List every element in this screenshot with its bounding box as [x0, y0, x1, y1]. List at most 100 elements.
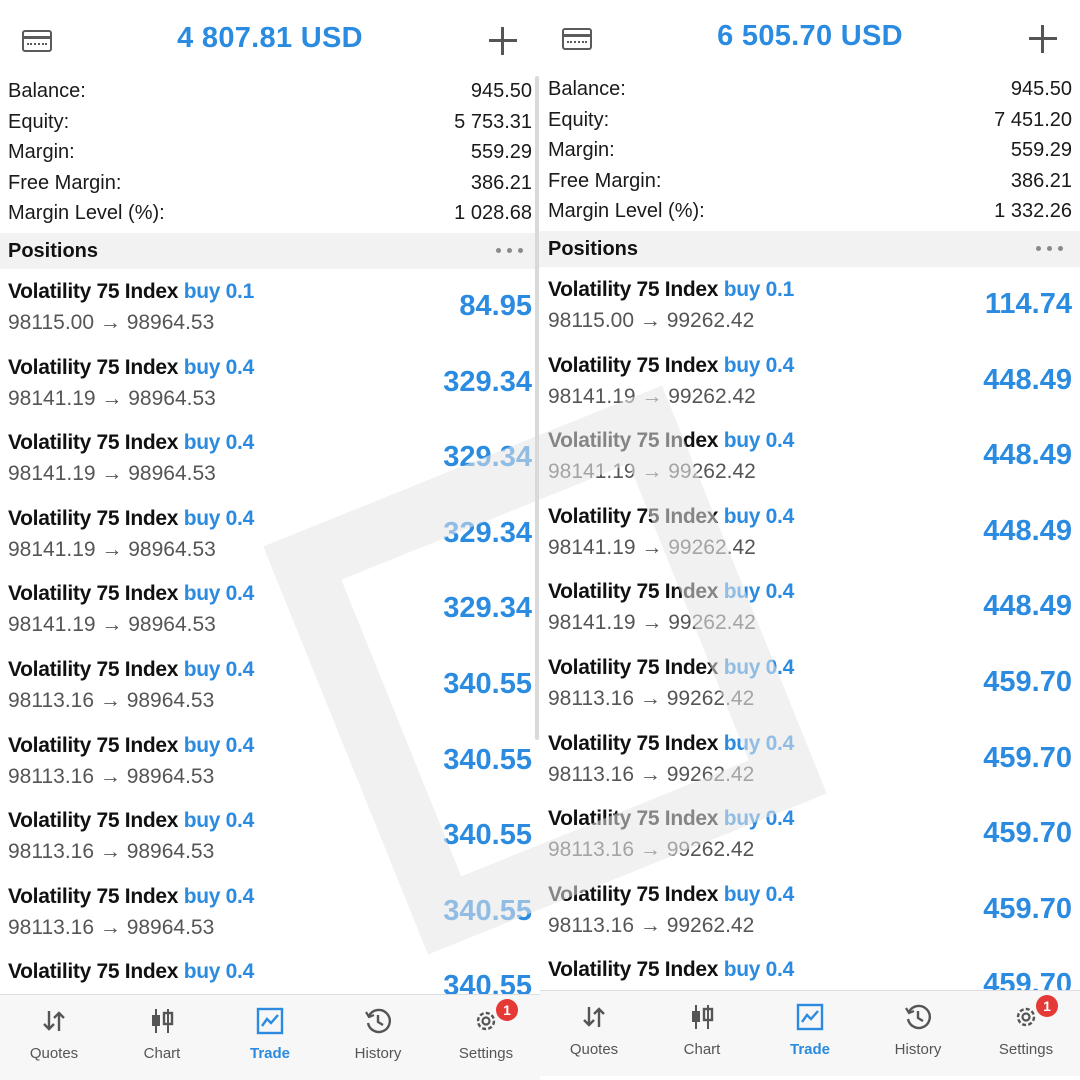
account-summary: Balance: 945.50 Equity: 7 451.20 Margin: 55…: [540, 74, 1080, 227]
summary-value: 7 451.20: [994, 108, 1072, 131]
position-row[interactable]: Volatility 75 Index buy 0.4 98113.16 → 98…: [0, 724, 540, 800]
position-row[interactable]: Volatility 75 Index buy 0.4 98141.19 → 99…: [540, 419, 1080, 495]
tab-chart[interactable]: Chart: [648, 991, 756, 1077]
summary-row-margin-level: Margin Level (%): 1 332.26: [540, 196, 1080, 227]
position-side: buy 0.4: [183, 733, 255, 757]
tab-chart[interactable]: Chart: [108, 995, 216, 1080]
position-symbol: Volatility 75 Index: [8, 355, 179, 379]
account-equity-title: 6 505.70 USD: [717, 20, 903, 52]
position-prices: 98141.19 → 99262.42: [548, 611, 756, 635]
new-order-plus-icon[interactable]: [1029, 25, 1057, 53]
summary-row-equity: Equity: 7 451.20: [540, 105, 1080, 136]
positions-title: Positions: [548, 238, 639, 260]
positions-list[interactable]: Volatility 75 Index buy 0.1 98115.00 → 98…: [0, 270, 540, 1026]
position-row[interactable]: Volatility 75 Index buy 0.1 98115.00 → 99…: [540, 268, 1080, 344]
summary-value: 559.29: [470, 141, 532, 163]
position-row[interactable]: Volatility 75 Index buy 0.4 98113.16 → 99…: [540, 873, 1080, 949]
position-profit: 84.95: [459, 290, 532, 322]
position-prices: 98141.19 → 99262.42: [548, 460, 756, 484]
bottom-tab-bar: Quotes Chart Trade History 1 Settings: [0, 994, 540, 1080]
more-options-icon[interactable]: [1036, 246, 1064, 252]
position-row[interactable]: Volatility 75 Index buy 0.4 98141.19 → 98…: [0, 572, 540, 648]
tab-quotes[interactable]: Quotes: [540, 991, 648, 1077]
tab-label: Settings: [998, 1041, 1054, 1058]
tab-history[interactable]: History: [324, 995, 432, 1080]
position-row[interactable]: Volatility 75 Index buy 0.4 98113.16 → 98…: [0, 799, 540, 875]
summary-row-equity: Equity: 5 753.31: [0, 107, 540, 138]
accounts-icon[interactable]: [562, 28, 592, 50]
trade-chart-icon: [796, 1003, 824, 1031]
accounts-icon[interactable]: [22, 30, 52, 52]
position-symbol: Volatility 75 Index: [548, 882, 719, 906]
more-options-icon[interactable]: [496, 248, 524, 254]
summary-value: 1 332.26: [994, 200, 1072, 222]
summary-label: Margin Level (%):: [548, 200, 705, 222]
position-side: buy 0.4: [723, 807, 795, 831]
tab-history[interactable]: History: [864, 991, 972, 1077]
position-profit: 114.74: [984, 288, 1072, 320]
left-phone-screen: 4 807.81 USD Balance: 945.50 Equity: 5 753…: [0, 0, 540, 1080]
summary-row-balance: Balance: 945.50: [540, 74, 1080, 105]
position-profit: 329.34: [443, 592, 532, 625]
summary-label: Equity:: [548, 108, 610, 131]
position-prices: 98113.16 → 99262.42: [548, 762, 755, 786]
position-row[interactable]: Volatility 75 Index buy 0.4 98113.16 → 99…: [540, 722, 1080, 798]
positions-list[interactable]: Volatility 75 Index buy 0.1 98115.00 → 99…: [540, 268, 1080, 1024]
position-row[interactable]: Volatility 75 Index buy 0.4 98141.19 → 99…: [540, 344, 1080, 420]
positions-section-header: Positions: [540, 231, 1080, 267]
position-side: buy 0.4: [183, 809, 255, 833]
tab-label: Chart: [683, 1041, 721, 1058]
position-symbol: Volatility 75 Index: [8, 582, 179, 606]
summary-row-free-margin: Free Margin: 386.21: [0, 168, 540, 199]
position-side: buy 0.4: [723, 580, 795, 604]
position-row[interactable]: Volatility 75 Index buy 0.4 98113.16 → 99…: [540, 646, 1080, 722]
tab-trade[interactable]: Trade: [216, 995, 324, 1080]
position-symbol: Volatility 75 Index: [548, 504, 719, 528]
position-symbol: Volatility 75 Index: [548, 429, 719, 453]
summary-value: 945.50: [470, 80, 532, 102]
summary-row-margin: Margin: 559.29: [540, 135, 1080, 166]
position-row[interactable]: Volatility 75 Index buy 0.4 98113.16 → 99…: [540, 797, 1080, 873]
position-profit: 340.55: [443, 819, 532, 852]
position-row[interactable]: Volatility 75 Index buy 0.4 98141.19 → 99…: [540, 495, 1080, 571]
summary-value: 559.29: [1010, 139, 1072, 161]
summary-value: 1 028.68: [454, 202, 532, 224]
position-symbol: Volatility 75 Index: [8, 960, 179, 984]
summary-value: 386.21: [1010, 169, 1072, 192]
position-side: buy 0.4: [183, 884, 255, 908]
new-order-plus-icon[interactable]: [489, 27, 517, 55]
position-prices: 98113.16 → 98964.53: [8, 764, 215, 788]
position-side: buy 0.4: [183, 960, 255, 984]
position-row[interactable]: Volatility 75 Index buy 0.4 98141.19 → 98…: [0, 421, 540, 497]
summary-value: 5 753.31: [454, 110, 532, 133]
tab-settings[interactable]: 1 Settings: [432, 995, 540, 1080]
header: 4 807.81 USD: [0, 0, 540, 76]
position-row[interactable]: Volatility 75 Index buy 0.1 98115.00 → 98…: [0, 270, 540, 346]
position-symbol: Volatility 75 Index: [548, 807, 719, 831]
position-row[interactable]: Volatility 75 Index buy 0.4 98141.19 → 98…: [0, 346, 540, 422]
tab-settings[interactable]: 1 Settings: [972, 991, 1080, 1077]
position-symbol: Volatility 75 Index: [548, 278, 719, 301]
position-prices: 98141.19 → 99262.42: [548, 535, 756, 559]
position-side: buy 0.4: [723, 353, 795, 377]
position-symbol: Volatility 75 Index: [8, 280, 179, 303]
tab-trade[interactable]: Trade: [756, 991, 864, 1077]
position-row[interactable]: Volatility 75 Index buy 0.4 98141.19 → 99…: [540, 570, 1080, 646]
position-row[interactable]: Volatility 75 Index buy 0.4 98113.16 → 98…: [0, 875, 540, 951]
scrollbar[interactable]: [535, 76, 539, 740]
summary-value: 945.50: [1010, 78, 1072, 100]
position-row[interactable]: Volatility 75 Index buy 0.4 98141.19 → 98…: [0, 497, 540, 573]
position-profit: 459.70: [983, 817, 1072, 850]
position-prices: 98141.19 → 98964.53: [8, 462, 216, 486]
notification-badge: 1: [496, 999, 518, 1021]
position-prices: 98113.16 → 98964.53: [8, 688, 215, 712]
position-profit: 329.34: [443, 365, 532, 398]
position-symbol: Volatility 75 Index: [548, 353, 719, 377]
tab-quotes[interactable]: Quotes: [0, 995, 108, 1080]
position-side: buy 0.1: [723, 278, 795, 301]
summary-label: Margin:: [548, 139, 615, 161]
position-row[interactable]: Volatility 75 Index buy 0.4 98113.16 → 98…: [0, 648, 540, 724]
tab-label: Chart: [143, 1045, 181, 1062]
candlestick-chart-icon: [692, 1005, 714, 1029]
position-symbol: Volatility 75 Index: [8, 431, 179, 455]
